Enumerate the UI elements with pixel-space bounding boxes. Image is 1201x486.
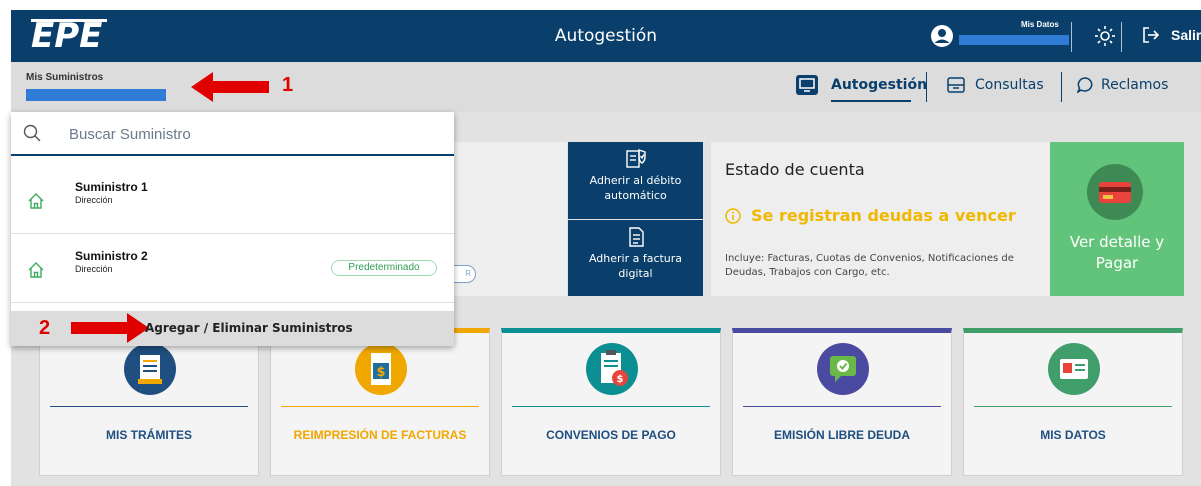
debt-warning: Se registran deudas a vencer — [751, 206, 1016, 225]
payment-agreement-icon: $ — [586, 343, 638, 395]
annotation-arrow-icon — [71, 313, 149, 343]
tile-divider — [743, 406, 941, 407]
active-tab-indicator — [831, 100, 911, 102]
tile-mis-datos[interactable]: MIS DATOS — [963, 328, 1183, 476]
tile-label: MIS DATOS — [1040, 428, 1106, 442]
svg-text:$: $ — [617, 374, 624, 385]
document-icon — [628, 227, 644, 247]
user-name-redacted — [959, 35, 1069, 45]
account-status-title: Estado de cuenta — [725, 160, 865, 179]
tile-label: MIS TRÁMITES — [106, 428, 192, 442]
supply-name: Suministro 1 — [75, 180, 148, 194]
tile-mis-tramites[interactable]: MIS TRÁMITES — [39, 328, 259, 476]
list-divider — [11, 302, 454, 303]
monitor-icon — [796, 75, 818, 95]
tile-divider — [281, 406, 479, 407]
credit-card-icon — [1087, 164, 1143, 220]
tab-reclamos[interactable]: Reclamos — [1101, 77, 1168, 93]
tile-divider — [512, 406, 710, 407]
supply-item[interactable]: Suministro 1 Dirección — [11, 167, 454, 233]
tile-reimpresion-facturas[interactable]: $ REIMPRESIÓN DE FACTURAS — [270, 328, 490, 476]
annotation-number-1: 1 — [282, 74, 294, 96]
supply-dropdown: Suministro 1 Dirección Suministro 2 Dire… — [11, 112, 454, 346]
home-icon — [28, 262, 44, 278]
tile-divider — [974, 406, 1172, 407]
tab-consultas[interactable]: Consultas — [975, 77, 1044, 93]
tile-emision-libre-deuda[interactable]: EMISIÓN LIBRE DEUDA — [732, 328, 952, 476]
supply-address: Dirección — [75, 264, 113, 274]
digital-invoice-tile[interactable]: Adherir a factura digital — [568, 220, 703, 296]
home-icon — [28, 193, 44, 209]
pay-label: Ver detalle y Pagar — [1069, 233, 1165, 272]
annotation-arrow-icon — [191, 72, 269, 102]
supply-address: Dirección — [75, 195, 113, 205]
svg-text:$: $ — [376, 365, 385, 380]
tile-convenios-pago[interactable]: $ CONVENIOS DE PAGO — [501, 328, 721, 476]
account-note: Incluye: Facturas, Cuotas de Convenios, … — [725, 253, 1014, 278]
top-bar: EPE Autogestión Mis Datos Salir — [11, 10, 1201, 62]
header-divider — [1121, 22, 1122, 52]
tile-label: REIMPRESIÓN DE FACTURAS — [293, 428, 467, 442]
annotation-number-2: 2 — [39, 317, 51, 339]
inbox-icon — [947, 77, 965, 93]
search-icon — [23, 124, 41, 142]
header-divider — [1071, 22, 1072, 52]
tile-label: EMISIÓN LIBRE DEUDA — [773, 428, 910, 442]
auto-debit-label: Adherir al débito automático — [589, 174, 682, 202]
debt-free-certificate-icon — [817, 343, 869, 395]
digital-invoice-label: Adherir a factura digital — [588, 252, 683, 280]
account-status-card: Estado de cuenta Se registran deudas a v… — [711, 142, 1051, 296]
id-card-icon — [1048, 343, 1100, 395]
auto-debit-icon — [625, 149, 646, 168]
user-avatar-icon[interactable] — [931, 25, 953, 47]
secondary-bar: Mis Suministros 1 Autogestión Consultas … — [11, 62, 1201, 112]
tile-divider — [50, 406, 248, 407]
default-badge: Predeterminado — [331, 260, 437, 276]
supply-item[interactable]: Suministro 2 Dirección Predeterminado — [11, 236, 454, 302]
chat-bubble-icon — [1077, 77, 1093, 93]
list-divider — [11, 233, 454, 234]
manage-supplies-label: Agregar / Eliminar Suministros — [145, 321, 353, 335]
pay-button[interactable]: Ver detalle y Pagar — [1050, 142, 1184, 296]
tile-label: CONVENIOS DE PAGO — [546, 428, 676, 442]
info-icon — [725, 208, 741, 224]
nav-divider — [926, 72, 927, 102]
search-underline — [11, 154, 454, 156]
invoice-reprint-icon: $ — [355, 343, 407, 395]
app-root: EPE Autogestión Mis Datos Salir Mis Sumi… — [0, 0, 1201, 486]
manage-supplies-button[interactable]: 2 Agregar / Eliminar Suministros — [11, 311, 454, 346]
user-data-label[interactable]: Mis Datos — [1021, 20, 1059, 29]
supplies-label: Mis Suministros — [26, 72, 104, 83]
tab-autogestion[interactable]: Autogestión — [831, 77, 927, 93]
nav-divider — [1061, 72, 1062, 102]
logout-icon[interactable] — [1141, 25, 1161, 45]
supply-selector[interactable] — [26, 89, 166, 101]
logout-button[interactable]: Salir — [1171, 27, 1201, 43]
procedures-icon — [124, 343, 176, 395]
supply-name: Suministro 2 — [75, 249, 148, 263]
auto-debit-tile[interactable]: Adherir al débito automático — [568, 142, 703, 219]
theme-toggle-icon[interactable] — [1094, 25, 1116, 47]
search-supply-input[interactable] — [69, 122, 439, 146]
